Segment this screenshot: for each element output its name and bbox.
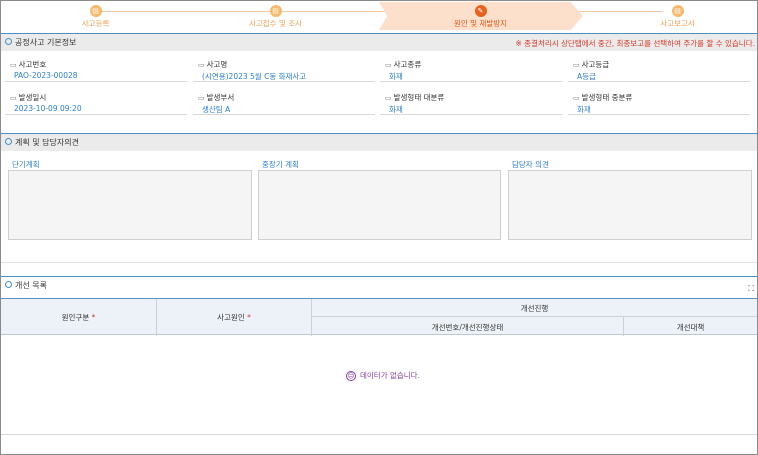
- field-value[interactable]: 화재: [577, 104, 591, 115]
- short-plan-textarea[interactable]: [8, 170, 252, 240]
- step-accident-report[interactable]: ▤ 사고보고서: [583, 1, 758, 31]
- table-bottom-border: [1, 434, 757, 435]
- step-progress: ▤ 사고등록 ▤ 사고접수 및 조사 ✎ 원인 및 재발방지 ▤ 사고보고서: [1, 1, 757, 31]
- th-countermeasure[interactable]: 개선대책: [624, 322, 757, 333]
- field-accident-grade: 사고등급 A등급: [568, 58, 750, 82]
- divider: [1, 262, 757, 263]
- field-label: 발생일시: [10, 92, 47, 103]
- field-accident-name: 사고명 (시연용)2023 5월 C동 화재사고: [193, 58, 375, 82]
- step-cause-prevention[interactable]: ✎ 원인 및 재발방지: [386, 1, 575, 31]
- notice-text: ※ 종결처리시 상단탭에서 중간, 최종보고를 선택하여 주가를 할 수 있습니…: [515, 39, 755, 48]
- field-value[interactable]: 2023-10-09 09:20: [14, 104, 82, 113]
- th-progress: 개선진행: [520, 304, 549, 313]
- mid-plan-textarea[interactable]: [258, 170, 501, 240]
- field-accident-no: 사고번호 PAO-2023-00028: [5, 58, 187, 82]
- field-value[interactable]: 생산팀 A: [202, 104, 230, 115]
- edit-icon: ✎: [474, 5, 487, 17]
- th-cause[interactable]: 사고원인 *: [157, 312, 311, 323]
- doc-icon: ▤: [269, 5, 282, 17]
- section-title: 계획 및 담당자의견: [15, 138, 79, 147]
- field-value[interactable]: PAO-2023-00028: [14, 71, 78, 80]
- th-label: 원인구분: [61, 313, 90, 322]
- field-label: 발생부서: [198, 92, 235, 103]
- collapse-icon[interactable]: [5, 138, 12, 145]
- section-header-improve[interactable]: 개선 목록: [1, 276, 757, 294]
- th-progress-status[interactable]: 개선번호/개선진행상태: [312, 322, 623, 333]
- field-label: 사고명: [198, 59, 228, 70]
- owner-opinion-label: 담당자 의견: [512, 160, 549, 169]
- step-label: 사고보고서: [660, 19, 695, 28]
- th-cause-type[interactable]: 원인구분 *: [1, 312, 156, 323]
- improve-table-header: 원인구분 * 사고원인 * 개선진행 개선번호/개선진행상태 개선대책: [1, 298, 757, 336]
- required-mark: *: [91, 313, 96, 322]
- step-label: 사고등록: [81, 19, 110, 28]
- mid-plan-label: 중장기 계획: [262, 160, 299, 169]
- field-label: 사고번호: [10, 59, 47, 70]
- section-title: 개선 목록: [15, 281, 47, 290]
- field-label: 발생형태 대분류: [385, 92, 445, 103]
- empty-text: 데이터가 없습니다.: [360, 371, 420, 380]
- doc-icon: ▤: [671, 5, 684, 17]
- short-plan-label: 단기계획: [12, 160, 40, 169]
- empty-state: ☹ 데이터가 없습니다.: [346, 370, 420, 381]
- row-divider: [312, 316, 757, 317]
- field-value[interactable]: 화재: [389, 71, 403, 82]
- field-type-major: 발생형태 대분류 화재: [380, 91, 562, 115]
- owner-opinion-textarea[interactable]: [508, 170, 752, 240]
- field-type-middle: 발생형태 중분류 화재: [568, 91, 750, 115]
- required-mark: *: [247, 313, 251, 322]
- section-title: 공정사고 기본정보: [15, 38, 77, 47]
- field-label: 사고등급: [573, 59, 610, 70]
- th-label: 사고원인: [217, 313, 245, 322]
- field-accident-type: 사고종류 화재: [380, 58, 562, 82]
- step-accident-register[interactable]: ▤ 사고등록: [1, 1, 190, 31]
- doc-icon: ▤: [89, 5, 102, 17]
- expand-icon[interactable]: ⛶: [748, 284, 754, 294]
- section-header-basic-info[interactable]: 공정사고 기본정보 ※ 종결처리시 상단탭에서 중간, 최종보고를 선택하여 주…: [1, 33, 757, 51]
- step-label: 원인 및 재발방지: [453, 19, 508, 28]
- step-label: 사고접수 및 조사: [248, 19, 303, 28]
- field-value[interactable]: 화재: [389, 104, 403, 115]
- field-value[interactable]: A등급: [577, 71, 596, 82]
- step-accident-investigation[interactable]: ▤ 사고접수 및 조사: [181, 1, 370, 31]
- field-occurred-at: 발생일시 2023-10-09 09:20: [5, 91, 187, 115]
- sad-face-icon: ☹: [346, 371, 356, 381]
- field-department: 발생부서 생산팀 A: [193, 91, 375, 115]
- field-label: 발생형태 중분류: [573, 92, 633, 103]
- field-label: 사고종류: [385, 59, 422, 70]
- section-header-plan[interactable]: 계획 및 담당자의견: [1, 133, 757, 151]
- collapse-icon[interactable]: [5, 38, 12, 45]
- field-value[interactable]: (시연용)2023 5월 C동 화재사고: [202, 71, 306, 82]
- collapse-icon[interactable]: [5, 281, 12, 288]
